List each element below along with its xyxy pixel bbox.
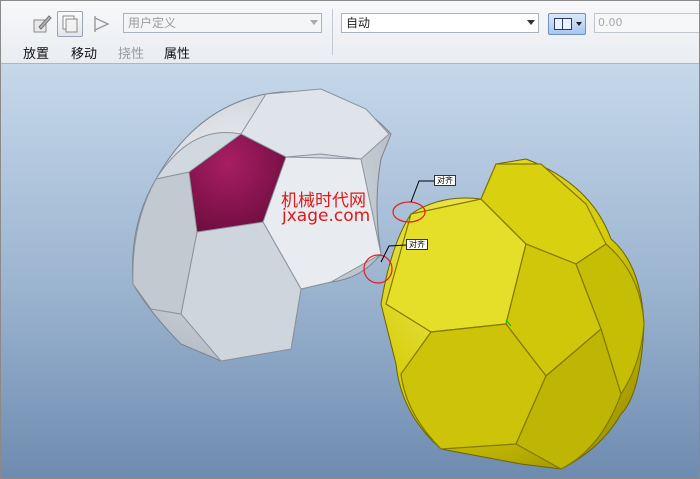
model-scene: [132, 88, 645, 470]
copy-icon[interactable]: [57, 11, 83, 37]
chevron-down-icon: [310, 20, 318, 25]
tab-flexibility: 挠性: [118, 47, 145, 62]
user-defined-value: 用户定义: [128, 16, 177, 30]
highlight-circle: [363, 254, 393, 284]
split-view-button[interactable]: [548, 13, 586, 35]
constraint-tag[interactable]: 对齐: [406, 239, 428, 250]
sketch-edit-icon[interactable]: [29, 11, 55, 37]
constraint-type-select[interactable]: 自动: [341, 13, 539, 33]
constraint-type-value: 自动: [346, 16, 371, 30]
app-window: 用户定义 自动 0.00 放置 移动 挠性 属性 机械时代网 jxage.com…: [0, 0, 700, 479]
graphics-viewport[interactable]: 机械时代网 jxage.com 对齐 对齐: [1, 64, 699, 478]
split-panel-icon: [554, 18, 572, 30]
tab-move[interactable]: 移动: [71, 43, 97, 62]
leader-line: [410, 180, 434, 203]
offset-value: 0.00: [598, 16, 623, 29]
watermark-url: jxage.com: [282, 206, 371, 226]
chevron-down-icon: [527, 20, 535, 25]
tab-properties[interactable]: 属性: [164, 43, 190, 62]
tab-placement[interactable]: 放置: [23, 43, 49, 62]
constraint-tag[interactable]: 对齐: [434, 175, 456, 186]
dimension-icon[interactable]: [89, 11, 115, 37]
user-defined-select[interactable]: 用户定义: [123, 13, 322, 33]
toolbar-divider: [332, 9, 333, 55]
dashboard-toolbar: 用户定义 自动 0.00 放置 移动 挠性 属性: [1, 1, 699, 64]
chevron-down-icon: [576, 22, 582, 26]
offset-value-field[interactable]: 0.00: [594, 13, 699, 33]
